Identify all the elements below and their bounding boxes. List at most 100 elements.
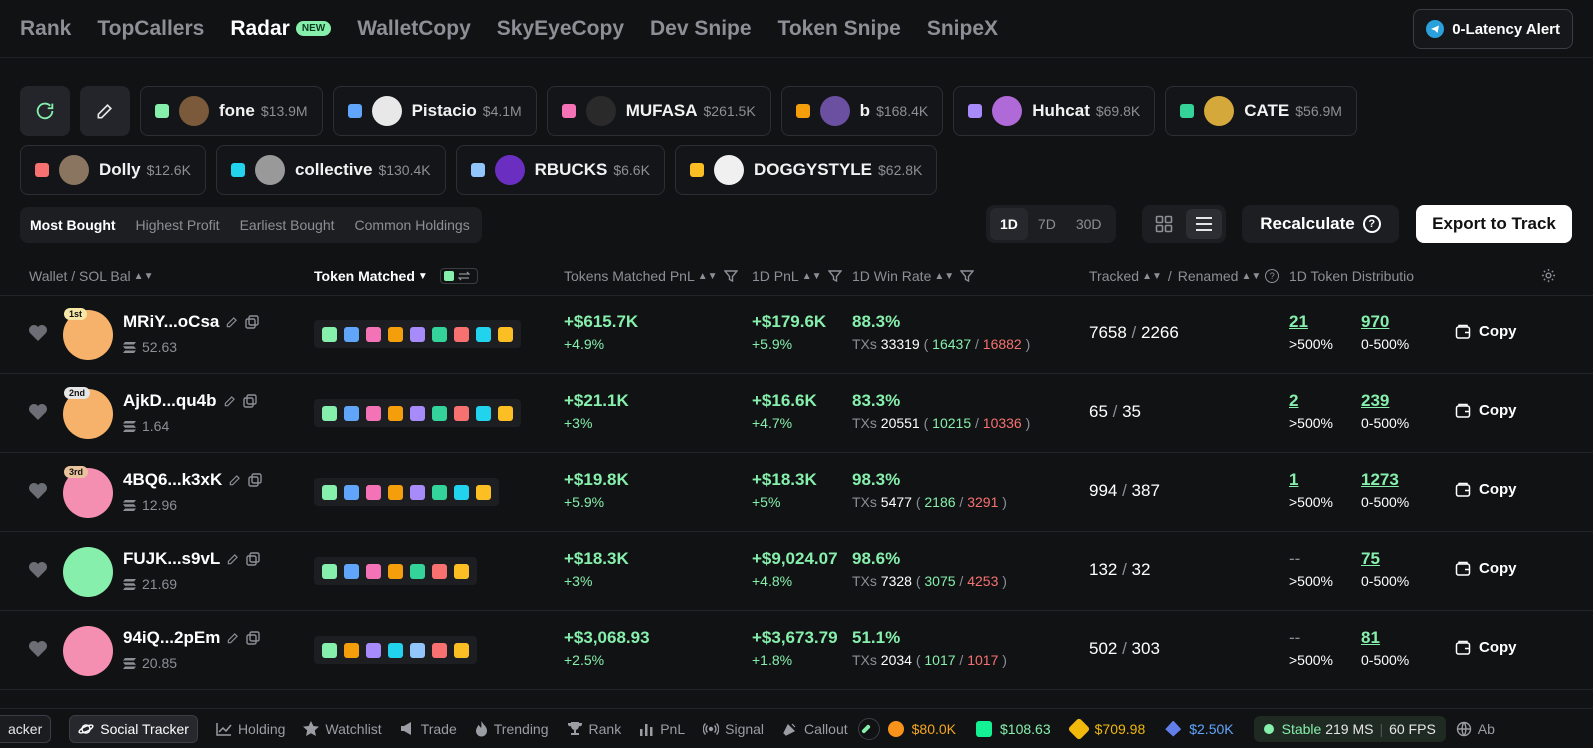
dist-0-500[interactable]: 1273 0-500% [1361, 470, 1409, 510]
bottom-watchlist[interactable]: Watchlist [303, 721, 382, 737]
copy-address-icon[interactable] [245, 315, 260, 329]
table-row[interactable]: FUJK...s9vL 21.69 +$18.3K +3% +$9,024.07… [0, 531, 1593, 611]
wallet-address[interactable]: AjkD...qu4b [123, 391, 257, 411]
bottom-rank[interactable]: Rank [567, 721, 621, 737]
dist-0-500-value[interactable]: 1273 [1361, 470, 1409, 490]
col-token-matched[interactable]: Token Matched ▼ [314, 268, 478, 284]
pencil-icon[interactable] [225, 315, 239, 329]
refresh-button[interactable] [20, 86, 70, 136]
wallet-address[interactable]: FUJK...s9vL [123, 549, 261, 569]
col-tracked[interactable]: Tracked ▲▼ / Renamed ▲▼ ? [1089, 268, 1280, 284]
bottom-holding[interactable]: Holding [216, 721, 285, 737]
nav-topcallers[interactable]: TopCallers [97, 17, 204, 41]
dist-0-500-value[interactable]: 81 [1361, 628, 1409, 648]
latency-alert-button[interactable]: 0-Latency Alert [1413, 9, 1573, 49]
nav-snipex[interactable]: SnipeX [927, 17, 998, 41]
period-1d[interactable]: 1D [990, 208, 1028, 240]
dist-over-500-value[interactable]: 21 [1289, 312, 1333, 332]
pencil-icon[interactable] [228, 473, 242, 487]
favorite-button[interactable] [28, 640, 48, 663]
avatar[interactable] [63, 547, 113, 597]
copy-address-icon[interactable] [246, 631, 261, 645]
favorite-button[interactable] [28, 482, 48, 505]
period-30d[interactable]: 30D [1066, 208, 1112, 240]
token-chip[interactable]: MUFASA $261.5K [546, 86, 771, 136]
dist-over-500[interactable]: -- >500% [1289, 628, 1333, 668]
bottom-trade[interactable]: Trade [400, 721, 457, 737]
bottom-trending[interactable]: Trending [475, 720, 549, 737]
copy-address-icon[interactable] [242, 394, 257, 408]
favorite-button[interactable] [28, 403, 48, 426]
token-chip[interactable]: fone $13.9M [140, 86, 323, 136]
col-win-rate[interactable]: 1D Win Rate ▲▼ [852, 268, 975, 284]
grid-view-button[interactable] [1146, 209, 1182, 239]
bottom-overflow[interactable]: Ab [1456, 721, 1495, 737]
table-row[interactable]: 2nd AjkD...qu4b 1.64 +$21.1K +3% +$16.6K… [0, 373, 1593, 453]
copy-button[interactable]: Copy [1455, 560, 1517, 577]
dist-0-500[interactable]: 81 0-500% [1361, 628, 1409, 668]
table-row[interactable]: 1st MRiY...oCsa 52.63 +$615.7K +4.9% +$1… [0, 294, 1593, 374]
tab-earliest-bought[interactable]: Earliest Bought [240, 217, 335, 233]
dist-0-500-value[interactable]: 970 [1361, 312, 1409, 332]
nav-rank[interactable]: Rank [20, 17, 71, 41]
dist-over-500[interactable]: 1 >500% [1289, 470, 1333, 510]
bottom-pnl[interactable]: PnL [639, 721, 685, 737]
tab-highest-profit[interactable]: Highest Profit [136, 217, 220, 233]
nav-dev-snipe[interactable]: Dev Snipe [650, 17, 752, 41]
period-7d[interactable]: 7D [1028, 208, 1066, 240]
copy-button[interactable]: Copy [1455, 323, 1517, 340]
copy-address-icon[interactable] [248, 473, 262, 487]
pencil-icon[interactable] [223, 394, 237, 408]
favorite-button[interactable] [28, 324, 48, 347]
table-settings-button[interactable] [1541, 268, 1556, 283]
bottom-signal[interactable]: Signal [703, 721, 764, 737]
help-icon[interactable]: ? [1362, 215, 1381, 233]
list-view-button[interactable] [1186, 209, 1222, 239]
dist-over-500[interactable]: 21 >500% [1289, 312, 1333, 352]
favorite-button[interactable] [28, 561, 48, 584]
bottom-social-tracker[interactable]: Social Tracker [69, 714, 198, 743]
pill-toggle[interactable] [857, 717, 880, 740]
avatar[interactable] [63, 626, 113, 676]
dist-0-500-value[interactable]: 75 [1361, 549, 1409, 569]
dist-0-500[interactable]: 970 0-500% [1361, 312, 1409, 352]
token-chip[interactable]: collective $130.4K [215, 145, 446, 195]
dist-0-500[interactable]: 75 0-500% [1361, 549, 1409, 589]
dist-over-500[interactable]: -- >500% [1289, 549, 1333, 589]
token-chip[interactable]: DOGGYSTYLE $62.8K [674, 145, 938, 195]
dist-over-500[interactable]: 2 >500% [1289, 391, 1333, 431]
copy-button[interactable]: Copy [1455, 639, 1517, 656]
copy-button[interactable]: Copy [1455, 402, 1517, 419]
nav-token-snipe[interactable]: Token Snipe [778, 17, 901, 41]
filter-icon[interactable] [960, 269, 975, 283]
export-to-track-button[interactable]: Export to Track [1416, 205, 1572, 243]
match-toggle[interactable] [439, 268, 478, 284]
copy-button[interactable]: Copy [1455, 481, 1517, 498]
token-chip[interactable]: CATE $56.9M [1165, 86, 1357, 136]
filter-icon[interactable] [827, 269, 842, 283]
dist-over-500-value[interactable]: 1 [1289, 470, 1333, 490]
token-chip[interactable]: b $168.4K [780, 86, 944, 136]
recalculate-button[interactable]: Recalculate ? [1242, 205, 1399, 243]
token-chip[interactable]: Dolly $12.6K [20, 145, 206, 195]
filter-icon[interactable] [723, 269, 738, 283]
dist-over-500-value[interactable]: -- [1289, 549, 1333, 569]
wallet-address[interactable]: MRiY...oCsa [123, 312, 260, 332]
dist-over-500-value[interactable]: 2 [1289, 391, 1333, 411]
pencil-icon[interactable] [226, 631, 240, 645]
col-wallet[interactable]: Wallet / SOL Bal ▲▼ [29, 268, 153, 284]
pencil-icon[interactable] [226, 552, 240, 566]
col-tm-pnl[interactable]: Tokens Matched PnL ▲▼ [564, 268, 738, 284]
copy-address-icon[interactable] [246, 552, 261, 566]
nav-radar[interactable]: Radar NEW [230, 17, 332, 41]
edit-button[interactable] [80, 86, 130, 136]
col-1d-pnl[interactable]: 1D PnL ▲▼ [752, 268, 842, 284]
bottom-callout[interactable]: Callout [782, 721, 848, 737]
bottom-tracker[interactable]: acker [0, 714, 52, 743]
nav-skyeyecopy[interactable]: SkyEyeCopy [497, 17, 624, 41]
token-chip[interactable]: Pistacio $4.1M [332, 86, 537, 136]
dist-over-500-value[interactable]: -- [1289, 628, 1333, 648]
token-chip[interactable]: Huhcat $69.8K [953, 86, 1156, 136]
tab-most-bought[interactable]: Most Bought [30, 217, 116, 233]
nav-walletcopy[interactable]: WalletCopy [357, 17, 471, 41]
